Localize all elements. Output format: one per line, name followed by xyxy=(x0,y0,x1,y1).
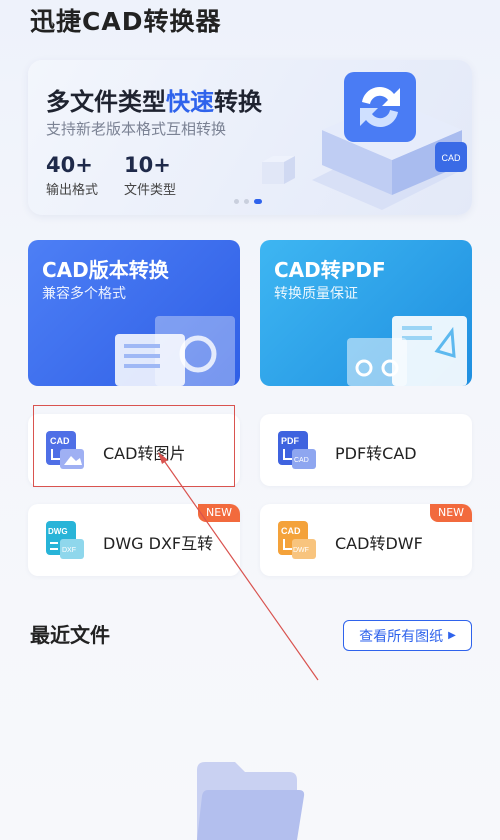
card-subtitle: 兼容多个格式 xyxy=(42,286,126,302)
empty-folder-icon xyxy=(197,762,305,840)
banner-headline: 多文件类型快速转换 xyxy=(46,88,262,116)
pdf-to-cad-icon: PDF CAD xyxy=(278,431,316,469)
icon-sublabel: DWF xyxy=(293,547,309,554)
recent-files-title: 最近文件 xyxy=(30,623,110,647)
banner-cad-badge: CAD xyxy=(441,153,461,163)
cad-to-dwf-icon: CAD DWF xyxy=(278,521,316,559)
dwg-dxf-icon: DWG DXF xyxy=(46,521,84,559)
pdf-convert-illustration-icon xyxy=(347,316,467,386)
tool-cad-to-dwf[interactable]: CAD DWF CAD转DWF NEW xyxy=(260,504,472,576)
new-badge: NEW xyxy=(198,504,240,522)
card-title: CAD转PDF xyxy=(274,258,386,282)
view-all-drawings-button[interactable]: 查看所有图纸 ▶ xyxy=(343,620,472,651)
card-title: CAD版本转换 xyxy=(42,258,169,282)
icon-label: PDF xyxy=(281,436,300,446)
file-convert-illustration-icon: CAD xyxy=(262,72,467,210)
icon-label: CAD xyxy=(281,526,301,536)
promo-banner[interactable]: 多文件类型快速转换 支持新老版本格式互相转换 40+ 输出格式 10+ 文件类型… xyxy=(28,60,472,215)
cad-to-pdf-card[interactable]: CAD转PDF 转换质量保证 xyxy=(260,240,472,386)
app-title: 迅捷CAD转换器 xyxy=(30,7,222,36)
tool-pdf-to-cad[interactable]: PDF CAD PDF转CAD xyxy=(260,414,472,486)
icon-sublabel: DXF xyxy=(62,547,76,554)
stat-output-formats: 40+ 输出格式 xyxy=(46,153,99,198)
new-badge: NEW xyxy=(430,504,472,522)
card-subtitle: 转换质量保证 xyxy=(274,286,358,302)
icon-sublabel: CAD xyxy=(294,457,309,464)
play-arrow-icon: ▶ xyxy=(448,630,456,641)
stat-file-types: 10+ 文件类型 xyxy=(124,153,177,198)
tool-label: DWG DXF互转 xyxy=(103,534,214,553)
tool-label: PDF转CAD xyxy=(335,444,417,463)
selection-highlight xyxy=(33,405,235,487)
view-all-label: 查看所有图纸 xyxy=(359,628,444,645)
icon-label: DWG xyxy=(48,527,68,536)
version-convert-illustration-icon xyxy=(115,316,235,386)
cad-version-convert-card[interactable]: CAD版本转换 兼容多个格式 xyxy=(28,240,240,386)
tool-dwg-dxf-convert[interactable]: DWG DXF DWG DXF互转 NEW xyxy=(28,504,240,576)
tool-label: CAD转DWF xyxy=(335,534,423,553)
banner-subtitle: 支持新老版本格式互相转换 xyxy=(46,120,227,138)
